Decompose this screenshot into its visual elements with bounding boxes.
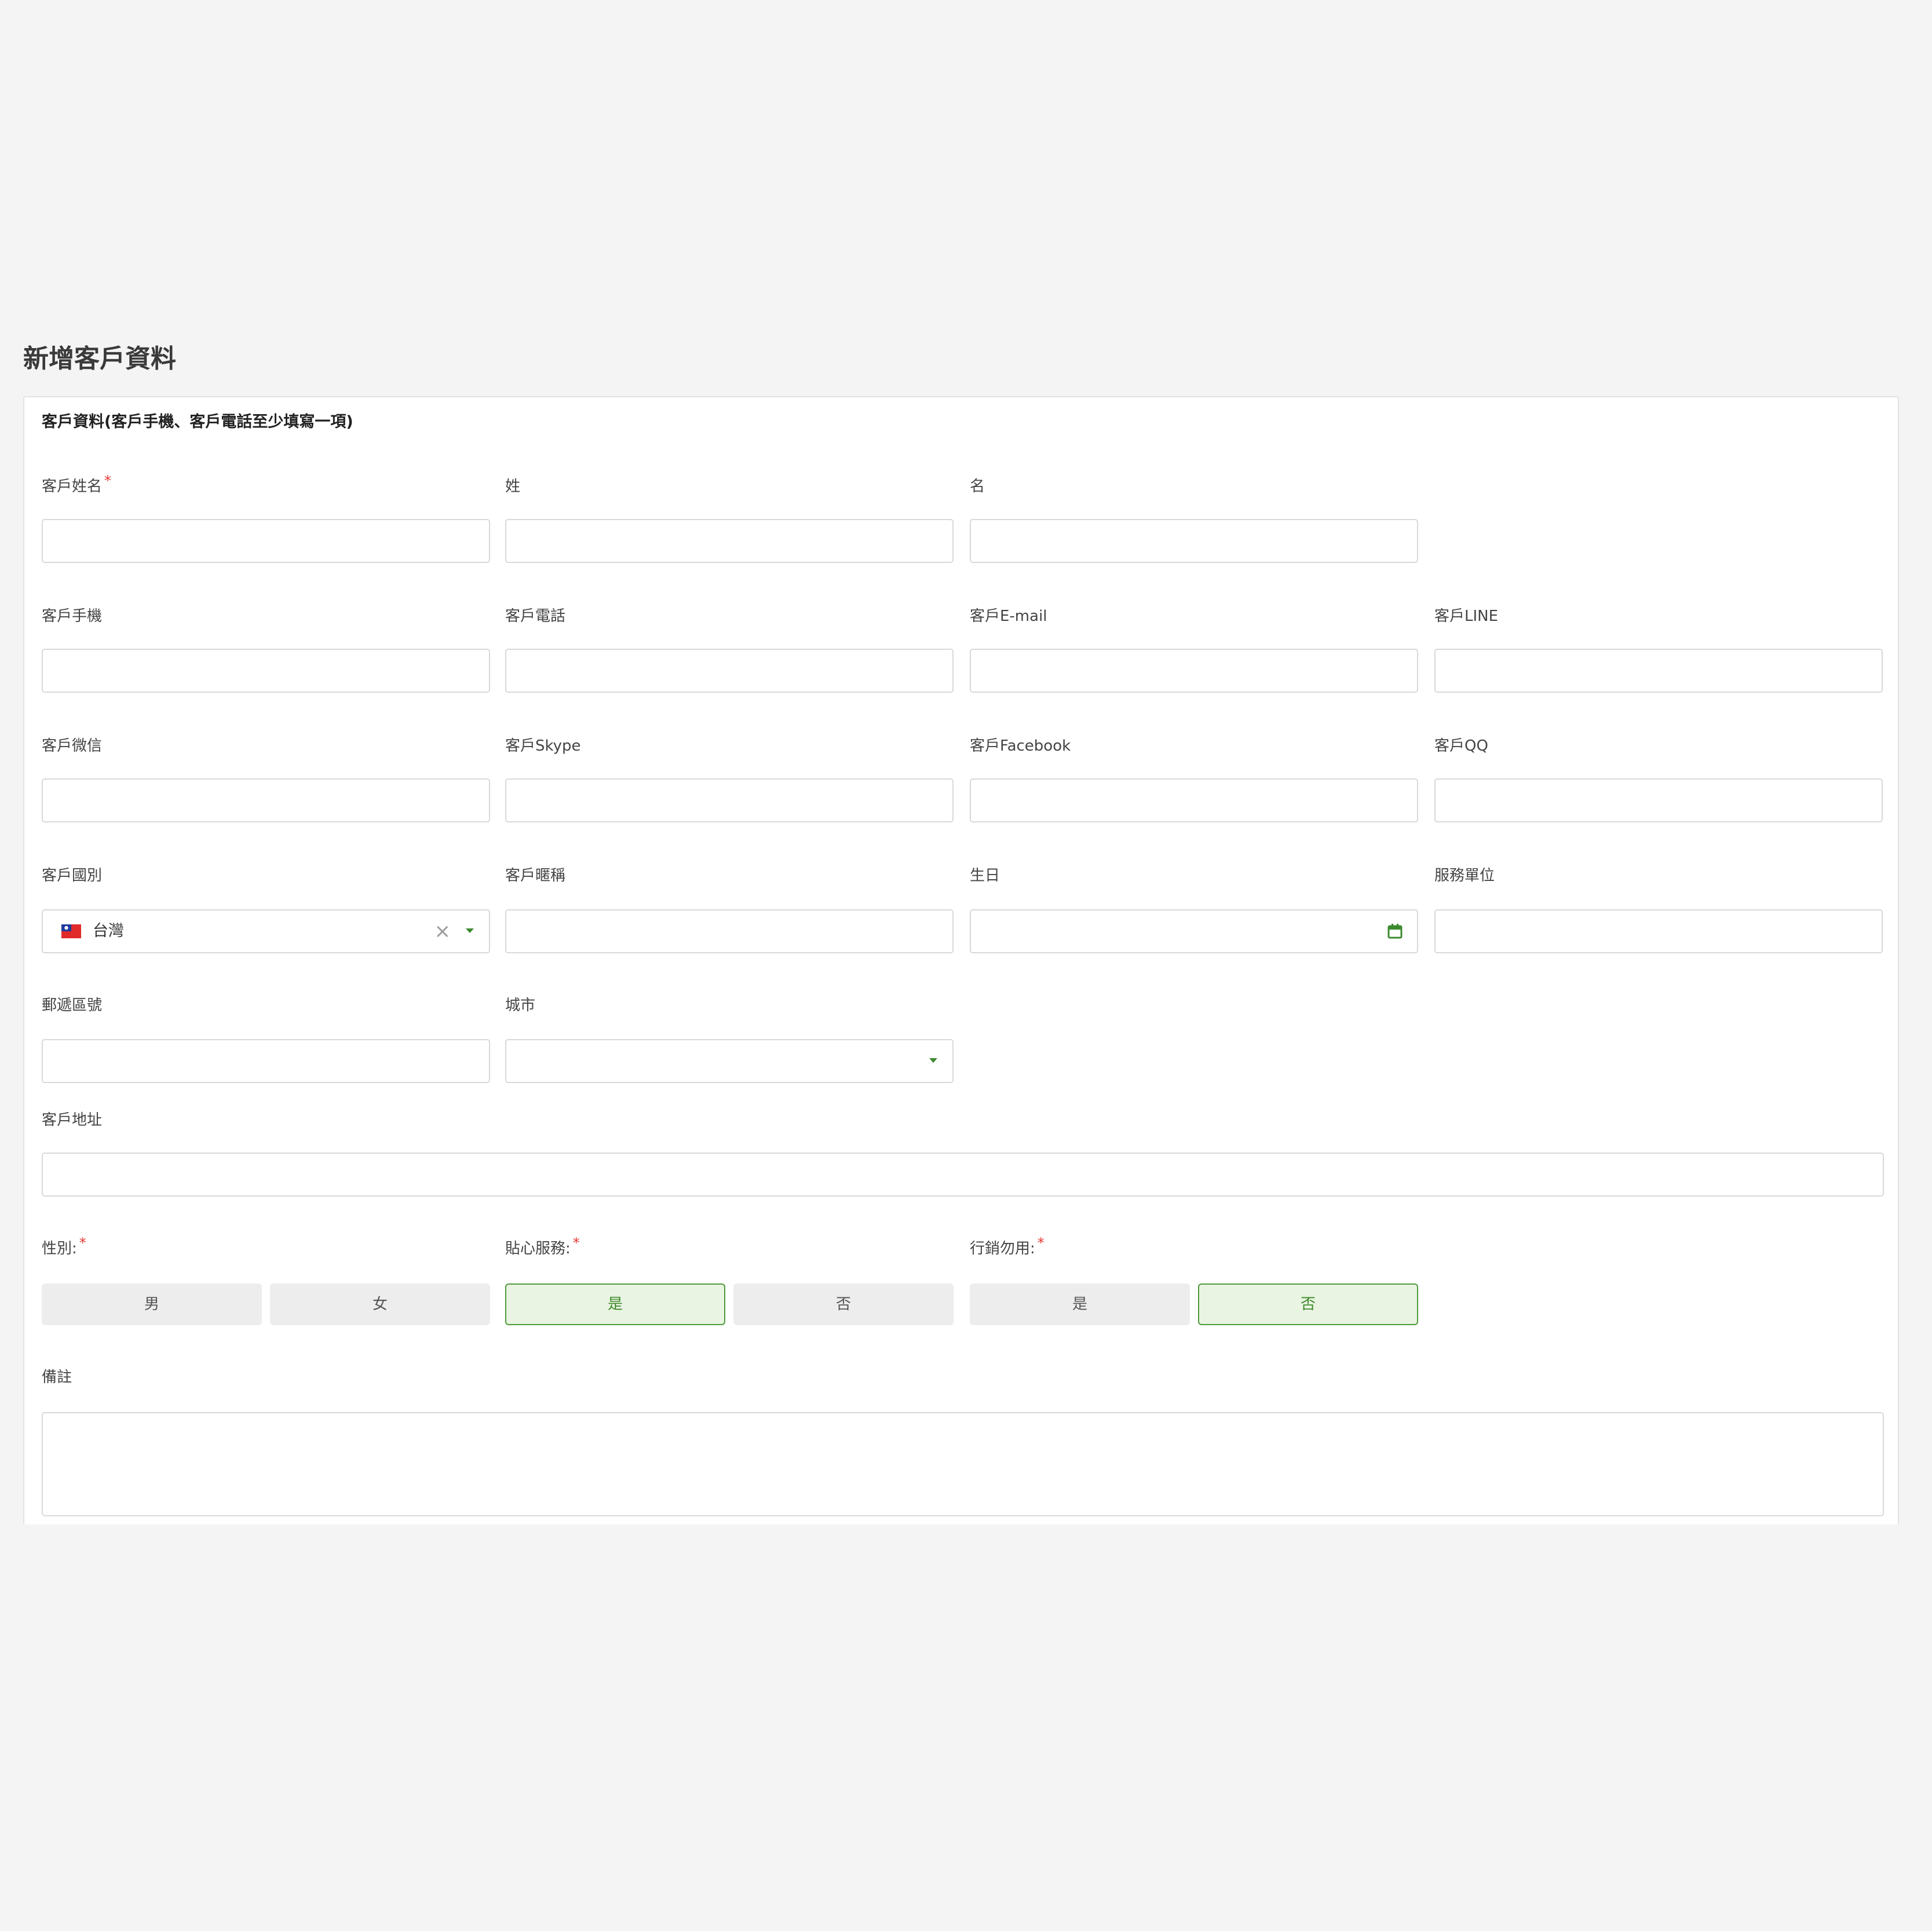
facebook-input-wrapper (970, 778, 1418, 822)
city-select[interactable] (505, 1039, 954, 1083)
facebook-input[interactable] (971, 780, 1417, 821)
line-input-wrapper (1434, 649, 1883, 693)
email-label: 客戶E-mail (970, 608, 1047, 625)
section-title: 客戶資料(客戶手機、客戶電話至少填寫一項) (42, 413, 353, 431)
first-name-label: 名 (970, 478, 985, 495)
page-title: 新增客戶資料 (23, 344, 176, 374)
nickname-input-wrapper (505, 909, 954, 953)
postal-code-input[interactable] (43, 1040, 489, 1082)
mobile-input-wrapper (42, 649, 490, 693)
customer-form-card: 客戶資料(客戶手機、客戶電話至少填寫一項) 客戶姓名 * 姓 名 客戶手機 客戶電… (23, 396, 1899, 1524)
marketing-opt-out-label: 行銷勿用: * (970, 1235, 1044, 1260)
workplace-input-wrapper (1434, 909, 1883, 953)
required-marker: * (79, 1235, 86, 1251)
postal-code-label: 郵遞區號 (42, 997, 103, 1014)
marketing-opt-out-label-text: 行銷勿用: (970, 1240, 1035, 1257)
notes-textarea-wrapper (42, 1412, 1884, 1516)
skype-input-wrapper (505, 778, 954, 822)
mobile-input[interactable] (43, 650, 489, 692)
qq-input-wrapper (1434, 778, 1883, 822)
customer-name-input-wrapper (42, 519, 490, 563)
notes-label: 備註 (42, 1369, 72, 1386)
city-label: 城市 (505, 997, 536, 1014)
address-input-wrapper (42, 1153, 1884, 1197)
gender-label: 性別: * (42, 1235, 86, 1260)
last-name-input[interactable] (506, 520, 952, 562)
nickname-input[interactable] (506, 910, 952, 952)
gender-label-text: 性別: (42, 1240, 77, 1257)
taiwan-flag-icon (61, 924, 81, 938)
gender-male-button[interactable]: 男 (42, 1283, 262, 1325)
birthday-label: 生日 (970, 867, 1000, 884)
notes-textarea[interactable] (43, 1413, 1883, 1515)
mobile-label: 客戶手機 (42, 608, 103, 625)
workplace-input[interactable] (1436, 910, 1882, 952)
required-marker: * (1037, 1235, 1044, 1251)
phone-input-wrapper (505, 649, 954, 693)
last-name-label: 姓 (505, 478, 521, 495)
postal-code-input-wrapper (42, 1039, 490, 1083)
line-input[interactable] (1436, 650, 1882, 692)
wechat-input-wrapper (42, 778, 490, 822)
care-service-no-button[interactable]: 否 (733, 1283, 954, 1325)
chevron-down-icon[interactable] (929, 1058, 937, 1063)
required-marker: * (572, 1235, 580, 1251)
phone-input[interactable] (506, 650, 952, 692)
workplace-label: 服務單位 (1434, 867, 1495, 884)
address-input[interactable] (43, 1154, 1883, 1195)
country-select[interactable]: 台灣 × (42, 909, 490, 953)
care-service-label-text: 貼心服務: (505, 1240, 571, 1257)
last-name-input-wrapper (505, 519, 954, 563)
care-service-yes-button[interactable]: 是 (505, 1283, 725, 1325)
calendar-icon[interactable] (1387, 923, 1403, 939)
clear-icon[interactable]: × (434, 919, 451, 944)
facebook-label: 客戶Facebook (970, 737, 1071, 755)
skype-input[interactable] (506, 780, 952, 821)
gender-female-button[interactable]: 女 (270, 1283, 490, 1325)
wechat-label: 客戶微信 (42, 737, 103, 755)
care-service-label: 貼心服務: * (505, 1235, 580, 1260)
customer-name-label-text: 客戶姓名 (42, 478, 103, 495)
birthday-input[interactable] (971, 910, 1417, 952)
wechat-input[interactable] (43, 780, 489, 821)
email-input[interactable] (971, 650, 1417, 692)
birthday-input-wrapper (970, 909, 1418, 953)
required-marker: * (104, 473, 112, 489)
first-name-input[interactable] (971, 520, 1417, 562)
skype-label: 客戶Skype (505, 737, 581, 755)
address-label: 客戶地址 (42, 1111, 103, 1129)
marketing-opt-out-no-button[interactable]: 否 (1198, 1283, 1418, 1325)
email-input-wrapper (970, 649, 1418, 693)
nickname-label: 客戶暱稱 (505, 867, 566, 884)
country-label: 客戶國別 (42, 867, 103, 884)
customer-name-input[interactable] (43, 520, 489, 562)
marketing-opt-out-yes-button[interactable]: 是 (970, 1283, 1190, 1325)
chevron-down-icon[interactable] (466, 928, 474, 933)
first-name-input-wrapper (970, 519, 1418, 563)
customer-name-label: 客戶姓名 * (42, 473, 112, 498)
line-label: 客戶LINE (1434, 608, 1499, 625)
qq-input[interactable] (1436, 780, 1882, 821)
phone-label: 客戶電話 (505, 608, 566, 625)
qq-label: 客戶QQ (1434, 737, 1488, 755)
country-select-value: 台灣 (93, 922, 124, 940)
